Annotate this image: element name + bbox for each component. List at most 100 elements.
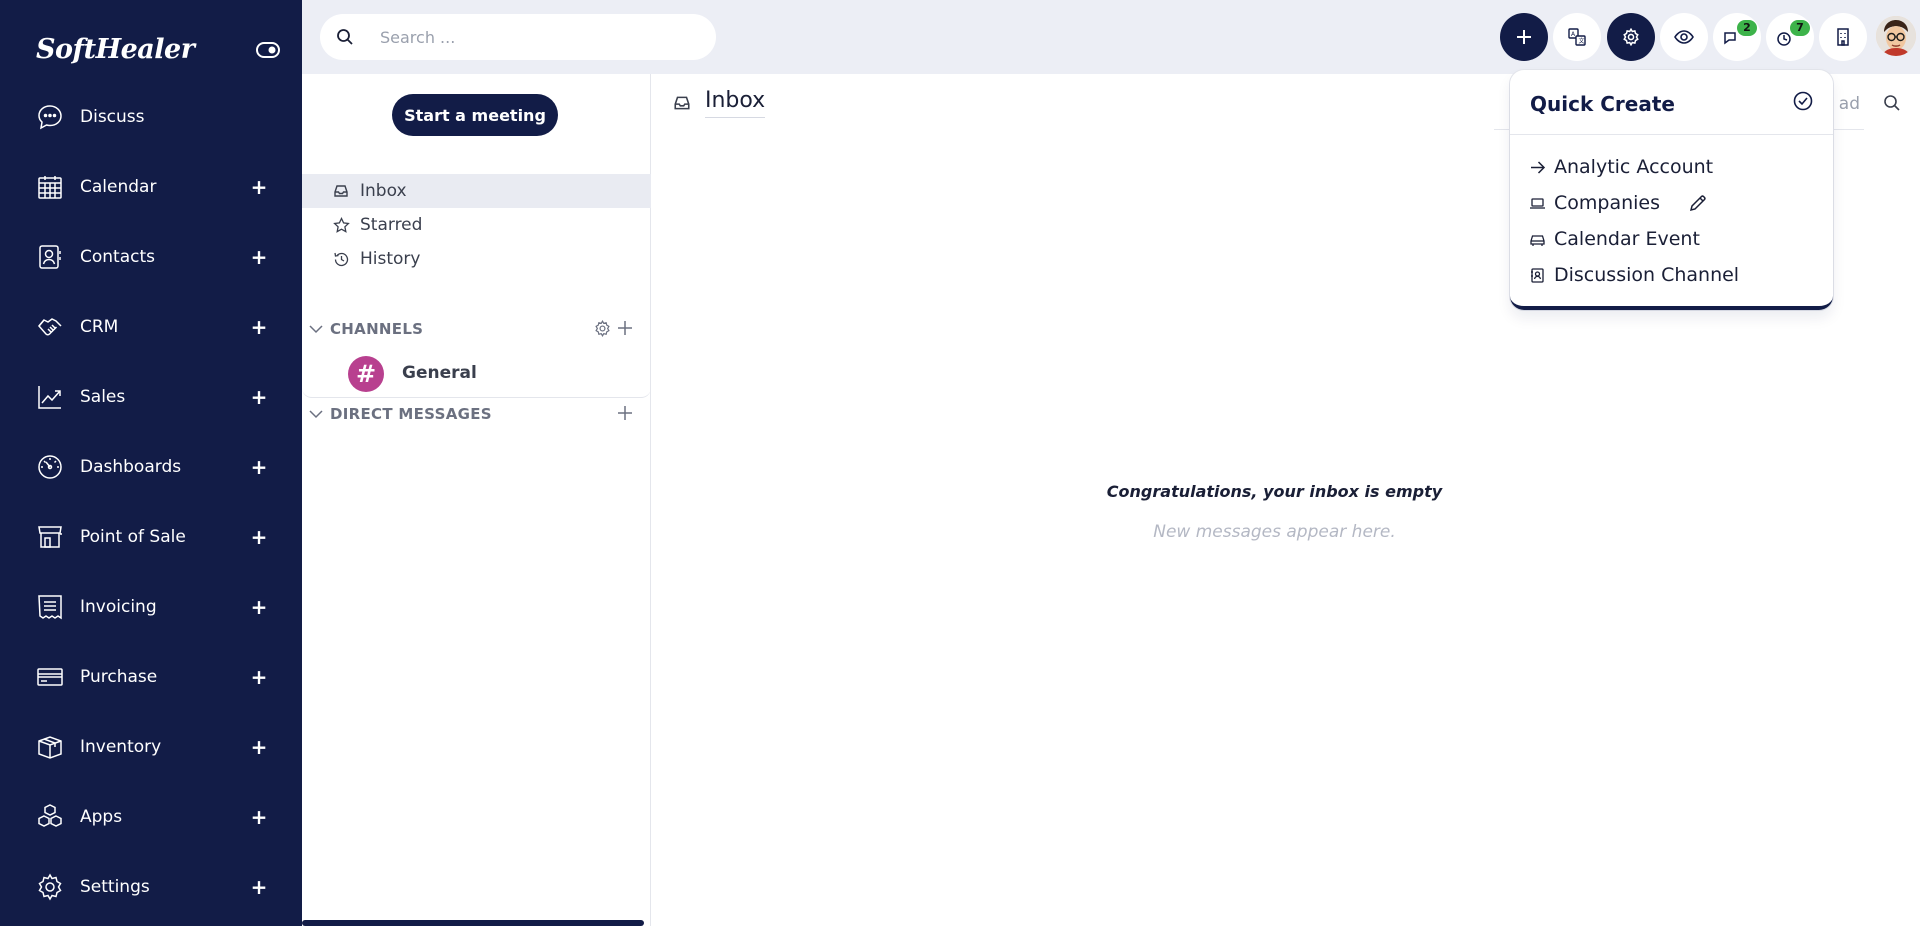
- chevron-down-icon[interactable]: [308, 321, 324, 337]
- sidebar-item-apps[interactable]: Apps +: [0, 792, 302, 842]
- svg-text:文: 文: [1579, 37, 1585, 45]
- channels-label[interactable]: CHANNELS: [330, 320, 423, 338]
- contact-book-icon: [1528, 266, 1546, 284]
- plus-icon[interactable]: [616, 319, 634, 337]
- inbox-icon: [332, 182, 350, 200]
- quick-add-invoicing-button[interactable]: +: [250, 595, 268, 619]
- quick-create-item-label: Analytic Account: [1554, 156, 1714, 178]
- pencil-icon[interactable]: [1688, 193, 1708, 213]
- sidebar-item-label: Inventory: [80, 737, 162, 757]
- sidebar-item-settings[interactable]: Settings +: [0, 862, 302, 912]
- mailbox-inbox[interactable]: Inbox: [302, 174, 651, 208]
- quick-add-sales-button[interactable]: +: [250, 385, 268, 409]
- mailbox-history[interactable]: History: [302, 242, 651, 276]
- sidebar-item-sales[interactable]: Sales +: [0, 372, 302, 422]
- sidebar-item-label: Settings: [80, 877, 150, 897]
- gear-icon: [35, 872, 65, 902]
- brand-logo[interactable]: SoftHealer: [36, 34, 195, 65]
- quick-add-inventory-button[interactable]: +: [250, 735, 268, 759]
- plus-icon[interactable]: [616, 404, 634, 422]
- quick-create-item-label: Discussion Channel: [1554, 264, 1740, 286]
- svg-text:A: A: [1571, 31, 1576, 38]
- empty-state-subtitle: New messages appear here.: [1153, 522, 1396, 542]
- sidebar-item-dashboards[interactable]: Dashboards +: [0, 442, 302, 492]
- settings-button[interactable]: [1607, 13, 1655, 61]
- store-icon: [35, 522, 65, 552]
- topbar: A文 2 7: [302, 0, 1920, 74]
- messages-button[interactable]: 2: [1713, 13, 1761, 61]
- search-icon[interactable]: [1883, 94, 1901, 112]
- quick-create-dropdown: Quick Create Analytic Account Companies …: [1510, 70, 1833, 310]
- quick-add-point-of-sale-button[interactable]: +: [250, 525, 268, 549]
- building-icon: [1837, 28, 1849, 46]
- handshake-icon: [35, 312, 65, 342]
- sidebar-toggle-icon[interactable]: [256, 42, 280, 58]
- receipt-icon: [35, 592, 65, 622]
- check-circle-icon[interactable]: [1792, 90, 1814, 112]
- sidebar-item-label: Discuss: [80, 107, 145, 127]
- sidebar-item-point-of-sale[interactable]: Point of Sale +: [0, 512, 302, 562]
- messages-badge: 2: [1737, 20, 1757, 36]
- contact-card-icon: [35, 242, 65, 272]
- quick-create-discussion-channel[interactable]: Discussion Channel: [1528, 260, 1818, 290]
- car-icon: [1528, 230, 1546, 248]
- sidebar-item-label: Point of Sale: [80, 527, 186, 547]
- quick-add-dashboards-button[interactable]: +: [250, 455, 268, 479]
- global-search: [320, 14, 716, 60]
- search-input[interactable]: [380, 26, 700, 48]
- horizontal-scrollbar[interactable]: [302, 920, 644, 926]
- inbox-icon: [674, 96, 690, 110]
- activities-button[interactable]: 7: [1766, 13, 1814, 61]
- quick-add-settings-button[interactable]: +: [250, 875, 268, 899]
- cubes-icon: [35, 802, 65, 832]
- star-icon: [332, 216, 350, 234]
- trend-chart-icon: [35, 382, 65, 412]
- start-meeting-button[interactable]: Start a meeting: [392, 94, 558, 136]
- quick-create-calendar-event[interactable]: Calendar Event: [1528, 224, 1818, 254]
- quick-add-purchase-button[interactable]: +: [250, 665, 268, 689]
- mailbox-starred[interactable]: Starred: [302, 208, 651, 242]
- channels-section-header: CHANNELS: [302, 314, 651, 344]
- sidebar-item-label: Purchase: [80, 667, 158, 687]
- sidebar-item-label: Apps: [80, 807, 123, 827]
- chevron-down-icon[interactable]: [308, 406, 324, 422]
- sidebar-item-calendar[interactable]: Calendar +: [0, 162, 302, 212]
- company-switch-button[interactable]: [1819, 13, 1867, 61]
- quick-add-contacts-button[interactable]: +: [250, 245, 268, 269]
- credit-card-icon: [35, 662, 65, 692]
- sidebar-item-purchase[interactable]: Purchase +: [0, 652, 302, 702]
- sidebar-item-inventory[interactable]: Inventory +: [0, 722, 302, 772]
- quick-create-analytic-account[interactable]: Analytic Account: [1528, 152, 1818, 182]
- quick-create-title: Quick Create: [1530, 92, 1675, 116]
- quick-add-calendar-button[interactable]: +: [250, 175, 268, 199]
- channel-name: General: [402, 363, 477, 383]
- search-icon: [337, 29, 353, 45]
- sidebar-item-crm[interactable]: CRM +: [0, 302, 302, 352]
- chat-bubble-icon: [35, 102, 65, 132]
- mailbox-label: Inbox: [360, 181, 407, 201]
- activities-badge: 7: [1790, 20, 1810, 36]
- sidebar-item-invoicing[interactable]: Invoicing +: [0, 582, 302, 632]
- gear-icon: [1623, 28, 1639, 46]
- sidebar-item-label: Sales: [80, 387, 126, 407]
- quick-create-item-label: Calendar Event: [1554, 228, 1700, 250]
- page-title: Inbox: [705, 88, 766, 118]
- quick-add-apps-button[interactable]: +: [250, 805, 268, 829]
- plus-icon: [1517, 30, 1531, 44]
- quick-create-companies[interactable]: Companies: [1528, 188, 1818, 218]
- sidebar-item-contacts[interactable]: Contacts +: [0, 232, 302, 282]
- sidebar-item-discuss[interactable]: Discuss: [0, 92, 302, 142]
- gear-icon[interactable]: [594, 320, 611, 337]
- quick-create-button[interactable]: [1500, 13, 1548, 61]
- direct-messages-label[interactable]: DIRECT MESSAGES: [330, 405, 492, 423]
- preview-button[interactable]: [1660, 13, 1708, 61]
- translate-button[interactable]: A文: [1553, 13, 1601, 61]
- quick-create-divider: [1510, 134, 1833, 135]
- user-avatar[interactable]: [1876, 16, 1916, 56]
- sidebar-item-label: Contacts: [80, 247, 155, 267]
- box-icon: [35, 732, 65, 762]
- eye-icon: [1674, 30, 1694, 44]
- channel-item-general[interactable]: # General: [302, 350, 651, 398]
- quick-add-crm-button[interactable]: +: [250, 315, 268, 339]
- direct-messages-section-header: DIRECT MESSAGES: [302, 399, 651, 429]
